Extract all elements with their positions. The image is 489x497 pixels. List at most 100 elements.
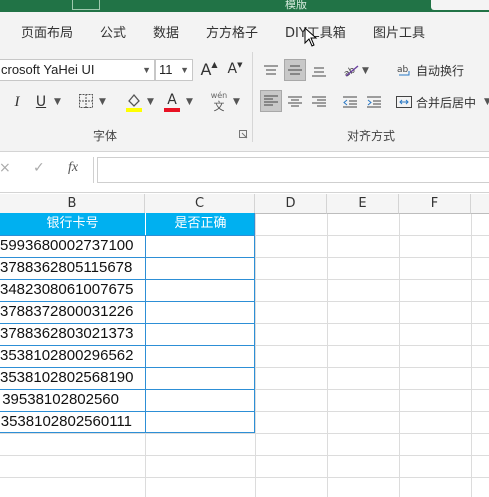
- increase-font-size-button[interactable]: A ▲: [199, 58, 219, 80]
- font-group-label: 字体: [93, 129, 118, 143]
- borders-icon: [79, 94, 93, 108]
- chevron-down-icon[interactable]: ▼: [362, 66, 369, 76]
- chevron-down-icon[interactable]: ▼: [142, 60, 151, 80]
- align-top-icon: [264, 65, 278, 75]
- phonetic-guide-button[interactable]: wén 文: [209, 90, 229, 114]
- quick-access-icon[interactable]: [72, 0, 100, 10]
- header-cell-is-correct[interactable]: 是否正确: [145, 213, 255, 235]
- wrap-text-button[interactable]: 自动换行: [416, 62, 464, 79]
- align-bottom-button[interactable]: [308, 60, 330, 82]
- decrease-font-size-button[interactable]: A ▼: [225, 58, 245, 80]
- italic-button[interactable]: I: [8, 91, 26, 113]
- column-header-g[interactable]: [471, 194, 489, 214]
- table-cell-card-number[interactable]: 3788362803021373: [0, 323, 145, 345]
- font-color-swatch: [164, 107, 180, 112]
- align-center-button[interactable]: [284, 91, 306, 113]
- fill-color-button[interactable]: [125, 91, 143, 113]
- decrease-indent-button[interactable]: [340, 91, 360, 113]
- increase-font-label: A: [200, 59, 212, 79]
- underline-button[interactable]: U: [32, 91, 50, 113]
- table-border: [145, 235, 146, 433]
- align-center-icon: [288, 96, 302, 107]
- wrap-text-icon: ab: [397, 60, 413, 80]
- font-color-button[interactable]: A: [163, 91, 181, 113]
- table-cell-card-number[interactable]: 5993680002737100: [0, 235, 145, 257]
- table-cell-card-number[interactable]: 3482308061007675: [0, 279, 145, 301]
- align-middle-button[interactable]: [284, 59, 306, 81]
- column-header-f[interactable]: F: [399, 194, 471, 214]
- merge-center-icon: [396, 92, 412, 112]
- merge-center-button[interactable]: 合并后居中: [416, 94, 476, 111]
- gridline: [0, 433, 489, 434]
- header-cell-bank-card[interactable]: 银行卡号: [0, 213, 145, 235]
- tab-data[interactable]: 数据: [153, 22, 179, 41]
- dialog-launcher-icon[interactable]: [239, 130, 248, 139]
- font-size-value: 11: [159, 62, 173, 77]
- search-box[interactable]: [431, 0, 489, 10]
- phonetic-char: 文: [213, 100, 225, 113]
- table-border: [0, 257, 255, 258]
- document-title: 模版: [285, 0, 307, 11]
- font-color-label: A: [167, 91, 177, 108]
- column-header-e[interactable]: E: [327, 194, 399, 214]
- chevron-down-icon[interactable]: ▼: [484, 97, 489, 107]
- decrease-font-label: A: [227, 61, 238, 77]
- mouse-cursor-icon: [304, 27, 318, 47]
- svg-text:ab: ab: [397, 65, 409, 75]
- cancel-icon[interactable]: ×: [0, 160, 11, 176]
- table-cell-card-number[interactable]: 3788372800031226: [0, 301, 145, 323]
- table-border: [0, 279, 255, 280]
- align-right-icon: [312, 96, 326, 107]
- ribbon-separator: [252, 52, 253, 142]
- table-cell-card-number[interactable]: 3538102802560111: [0, 411, 145, 433]
- table-border: [0, 301, 255, 302]
- table-border: [0, 345, 255, 346]
- align-left-button[interactable]: [260, 90, 282, 112]
- paint-bucket-icon: [126, 93, 142, 112]
- increase-indent-icon: [367, 96, 381, 108]
- table-border: [0, 367, 255, 368]
- align-bottom-icon: [312, 67, 326, 77]
- align-right-button[interactable]: [308, 91, 330, 113]
- borders-button[interactable]: [78, 93, 94, 109]
- column-header-c[interactable]: C: [145, 194, 255, 214]
- chevron-down-icon[interactable]: ▼: [233, 97, 240, 107]
- orientation-button[interactable]: ab: [342, 59, 360, 81]
- chevron-down-icon[interactable]: ▼: [147, 97, 154, 107]
- table-border: [0, 235, 255, 236]
- tab-page-layout[interactable]: 页面布局: [21, 22, 73, 41]
- align-middle-icon: [288, 65, 302, 75]
- chevron-down-icon[interactable]: ▼: [54, 97, 61, 107]
- increase-indent-button[interactable]: [364, 91, 384, 113]
- chevron-down-icon[interactable]: ▼: [99, 97, 106, 107]
- svg-text:ab: ab: [342, 65, 357, 78]
- column-header-d[interactable]: D: [255, 194, 327, 214]
- tab-formulas[interactable]: 公式: [100, 22, 126, 41]
- confirm-icon[interactable]: ✓: [33, 160, 45, 176]
- font-size-combo[interactable]: 11 ▼: [155, 59, 193, 81]
- table-cell-card-number[interactable]: 3538102800296562: [0, 345, 145, 367]
- phonetic-pinyin: wén: [210, 91, 228, 100]
- formula-input[interactable]: [97, 157, 489, 183]
- table-cell-card-number[interactable]: 3788362805115678: [0, 257, 145, 279]
- font-name-combo[interactable]: crosoft YaHei UI ▼: [0, 59, 155, 81]
- caret-down-icon: ▼: [237, 61, 243, 69]
- tab-picture-tools[interactable]: 图片工具: [373, 22, 425, 41]
- align-top-button[interactable]: [260, 60, 282, 82]
- caret-up-icon: ▲: [211, 59, 218, 69]
- chevron-down-icon[interactable]: ▼: [186, 97, 193, 107]
- insert-function-icon[interactable]: fx: [68, 160, 78, 176]
- decrease-indent-icon: [343, 96, 357, 108]
- text-orientation-icon: ab: [342, 65, 359, 78]
- chevron-down-icon[interactable]: ▼: [180, 60, 189, 80]
- table-cell-card-number[interactable]: 3538102802568190: [0, 367, 145, 389]
- gridline: [0, 477, 489, 478]
- table-border: [0, 411, 255, 412]
- table-border: [0, 389, 255, 390]
- font-name-value: crosoft YaHei UI: [1, 62, 95, 77]
- table-cell-card-number[interactable]: 39538102802560: [0, 389, 145, 411]
- gridline: [0, 455, 489, 456]
- alignment-group-label: 对齐方式: [347, 129, 396, 143]
- tab-fangfangezi[interactable]: 方方格子: [206, 22, 258, 41]
- column-header-b[interactable]: B: [0, 194, 145, 214]
